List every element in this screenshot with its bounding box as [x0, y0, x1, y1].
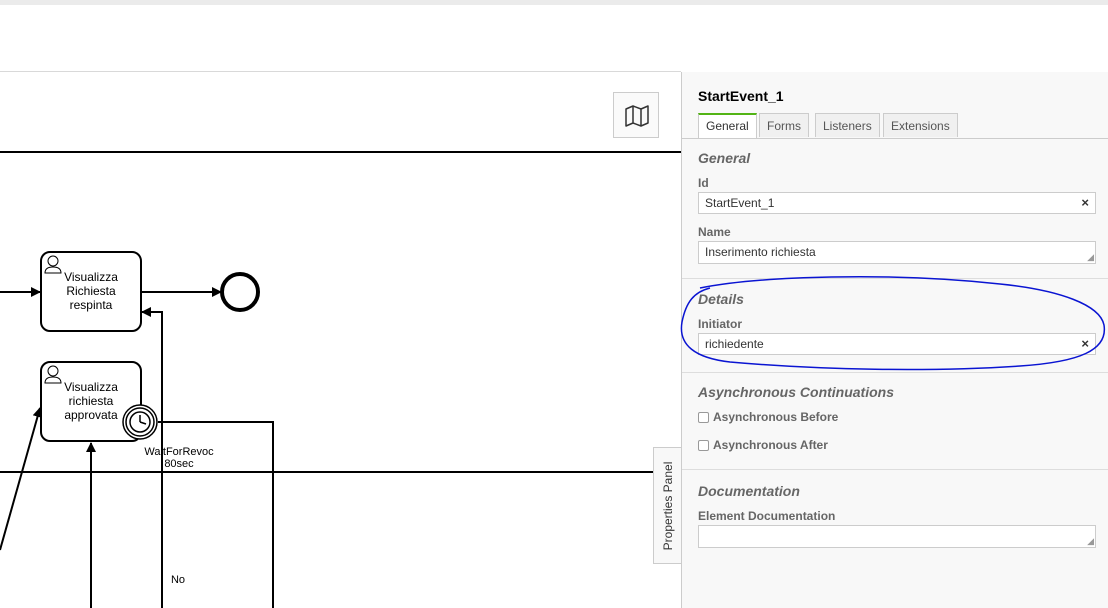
map-icon [625, 105, 649, 127]
clear-id-button[interactable]: × [1081, 193, 1089, 213]
task-label-approvata: Visualizza richiesta approvata [64, 380, 118, 422]
async-before-label: Asynchronous Before [713, 410, 839, 424]
id-label: Id [698, 176, 709, 190]
name-field[interactable]: Inserimento richiesta ◢ [698, 241, 1096, 264]
properties-panel-toggle[interactable]: Properties Panel [653, 447, 681, 564]
tab-forms[interactable]: Forms [759, 113, 809, 137]
bpmn-canvas[interactable]: Visualizza Richiesta respinta Visualizza… [0, 72, 681, 608]
properties-tabs: General Forms Listeners Extensions [682, 113, 1108, 139]
async-after-checkbox[interactable]: Asynchronous After [698, 438, 828, 454]
group-title-documentation: Documentation [698, 483, 800, 499]
group-title-details: Details [698, 291, 744, 307]
resize-grip-icon[interactable]: ◢ [1087, 537, 1094, 546]
sequence-flow-diagonal[interactable] [0, 407, 43, 551]
end-event[interactable] [220, 272, 260, 312]
element-title: StartEvent_1 [698, 88, 784, 104]
group-title-async: Asynchronous Continuations [698, 384, 894, 400]
group-title-general: General [698, 150, 751, 166]
group-separator [682, 278, 1108, 279]
properties-panel-toggle-label: Properties Panel [660, 461, 675, 550]
properties-panel: StartEvent_1 General Forms Listeners Ext… [681, 72, 1108, 608]
timer-event-label: WaitForRevoc 80sec [144, 446, 214, 470]
tab-general[interactable]: General [698, 113, 757, 138]
group-separator [682, 372, 1108, 373]
initiator-value: richiedente [705, 337, 764, 351]
id-field[interactable]: StartEvent_1 × [698, 192, 1096, 214]
tab-listeners[interactable]: Listeners [815, 113, 880, 137]
clear-initiator-button[interactable]: × [1081, 334, 1089, 354]
element-documentation-label: Element Documentation [698, 509, 836, 523]
name-label: Name [698, 225, 731, 239]
bpmn-diagram[interactable] [0, 72, 681, 608]
initiator-field[interactable]: richiedente × [698, 333, 1096, 355]
checkbox-icon[interactable] [698, 412, 709, 423]
minimap-toggle-button[interactable] [613, 92, 659, 138]
name-value: Inserimento richiesta [705, 245, 816, 259]
flow-label-no: No [170, 574, 186, 586]
browser-top-strip [0, 0, 1108, 5]
initiator-label: Initiator [698, 317, 742, 331]
resize-grip-icon[interactable]: ◢ [1087, 253, 1094, 262]
id-value: StartEvent_1 [705, 196, 775, 210]
element-documentation-field[interactable]: ◢ [698, 525, 1096, 548]
checkbox-icon[interactable] [698, 440, 709, 451]
group-separator [682, 469, 1108, 470]
async-before-checkbox[interactable]: Asynchronous Before [698, 410, 838, 426]
async-after-label: Asynchronous After [713, 438, 828, 452]
tab-extensions[interactable]: Extensions [883, 113, 958, 137]
task-label-respinta: Visualizza Richiesta respinta [64, 270, 118, 312]
